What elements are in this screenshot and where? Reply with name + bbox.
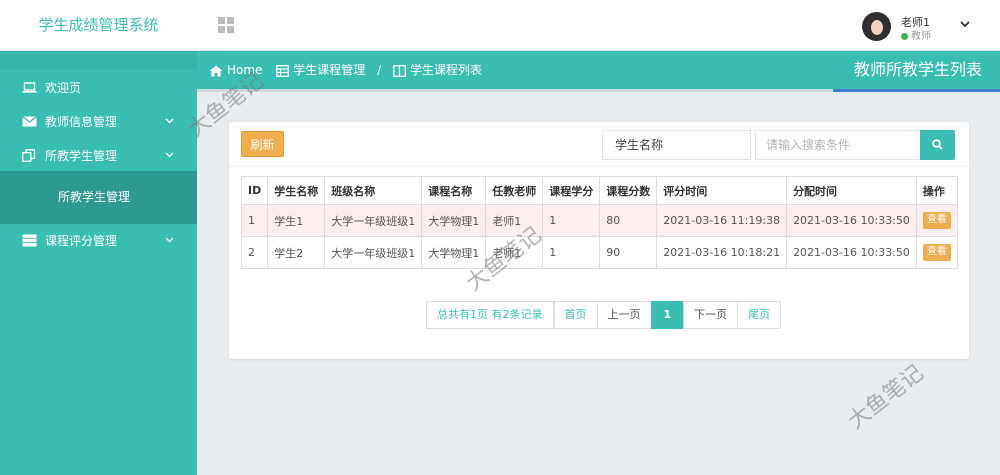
sidebar-item-students[interactable]: 所教学生管理 xyxy=(0,139,197,173)
column-header[interactable]: 评分时间 xyxy=(656,176,788,205)
cell-id: 1 xyxy=(240,204,269,237)
user-role-label: 教师 xyxy=(911,31,931,42)
cell-score: 90 xyxy=(599,236,658,269)
cell-teacher: 老师1 xyxy=(485,236,544,269)
cell-teacher: 老师1 xyxy=(485,204,544,237)
app-title[interactable]: 学生成绩管理系统 xyxy=(0,0,197,51)
search-button[interactable] xyxy=(920,130,955,160)
laptop-icon xyxy=(22,82,37,93)
column-header[interactable]: ID xyxy=(240,176,269,205)
sidebar-item-label: 所教学生管理 xyxy=(45,149,118,163)
refresh-button[interactable]: 刷新 xyxy=(241,131,284,157)
search-icon xyxy=(932,139,943,150)
divider xyxy=(197,89,833,92)
column-header[interactable]: 课程学分 xyxy=(542,176,601,205)
cell-credit: 1 xyxy=(542,236,601,269)
chevron-down-icon xyxy=(165,105,174,139)
breadcrumb-label: 学生课程列表 xyxy=(409,63,482,77)
sidebar-item-label: 欢迎页 xyxy=(45,81,82,95)
user-menu[interactable]: 老师1 教师 xyxy=(862,12,970,42)
column-header[interactable]: 课程名称 xyxy=(421,176,487,205)
pagination-info: 总共有1页 有2条记录 xyxy=(426,301,554,329)
cell-credit: 1 xyxy=(542,204,601,237)
cell-score: 80 xyxy=(599,204,658,237)
cell-class-name: 大学一年级班级1 xyxy=(324,204,423,237)
breadcrumb-home-label: Home xyxy=(227,63,263,77)
prev-page-button[interactable]: 上一页 xyxy=(596,301,652,329)
page-title: 教师所教学生列表 xyxy=(853,60,982,79)
column-header: 操作 xyxy=(915,176,958,205)
cell-course-name: 大学物理1 xyxy=(421,236,487,269)
sidebar-item-teacher-info[interactable]: 教师信息管理 xyxy=(0,105,197,139)
chevron-down-icon[interactable] xyxy=(960,18,970,31)
cell-assign-time: 2021-03-16 10:33:50 xyxy=(786,236,917,269)
cell-actions: 查看 xyxy=(915,236,958,269)
chevron-down-icon xyxy=(165,139,174,173)
sidebar: 欢迎页 教师信息管理 所教学生管理 所教学生管理 课程评分管理 xyxy=(0,51,197,475)
cell-student-name: 学生1 xyxy=(267,204,326,237)
copy-icon xyxy=(22,149,36,162)
pagination: 总共有1页 有2条记录 首页 上一页 1 下一页 尾页 xyxy=(426,301,782,329)
cell-id: 2 xyxy=(240,236,269,269)
table-icon xyxy=(276,64,290,77)
column-header[interactable]: 分配时间 xyxy=(786,176,917,205)
column-header[interactable]: 学生名称 xyxy=(267,176,326,205)
home-icon xyxy=(209,65,223,76)
first-page-button[interactable]: 首页 xyxy=(553,301,598,329)
data-table: ID 学生名称 班级名称 课程名称 任教老师 课程学分 课程分数 评分时间 分配… xyxy=(240,176,958,269)
breadcrumb-label: 学生课程管理 xyxy=(293,63,366,77)
table-row[interactable]: 1 学生1 大学一年级班级1 大学物理1 老师1 1 80 2021-03-16… xyxy=(240,204,958,237)
column-header[interactable]: 任教老师 xyxy=(485,176,544,205)
content-panel: 刷新 学生名称 ID 学生名称 班级名称 课程名称 任教老师 课程学分 课程分数… xyxy=(229,122,969,359)
envelope-icon xyxy=(22,116,37,127)
next-page-button[interactable]: 下一页 xyxy=(683,301,739,329)
user-role: 教师 xyxy=(901,27,931,42)
online-status-icon xyxy=(901,32,908,40)
sidebar-subitem-student-management[interactable]: 所教学生管理 xyxy=(0,171,197,224)
columns-icon xyxy=(393,64,406,77)
view-button[interactable]: 查看 xyxy=(922,212,951,229)
cell-grade-time: 2021-03-16 10:18:21 xyxy=(656,236,788,269)
table-header-row: ID 学生名称 班级名称 课程名称 任教老师 课程学分 课程分数 评分时间 分配… xyxy=(240,176,958,205)
divider xyxy=(229,166,969,167)
server-icon xyxy=(22,234,37,247)
table-row[interactable]: 2 学生2 大学一年级班级1 大学物理1 老师1 1 90 2021-03-16… xyxy=(240,236,958,269)
cell-course-name: 大学物理1 xyxy=(421,204,487,237)
search-field-select[interactable]: 学生名称 xyxy=(602,130,751,160)
avatar[interactable] xyxy=(862,12,891,41)
sidebar-item-label: 课程评分管理 xyxy=(45,234,118,248)
sidebar-item-course-grading[interactable]: 课程评分管理 xyxy=(0,224,197,258)
breadcrumb: Home 学生课程管理 / 学生课程列表 xyxy=(209,51,482,89)
sidebar-item-label: 教师信息管理 xyxy=(45,115,118,129)
cell-student-name: 学生2 xyxy=(267,236,326,269)
breadcrumb-item-course-management[interactable]: 学生课程管理 xyxy=(276,63,369,77)
cell-assign-time: 2021-03-16 10:33:50 xyxy=(786,204,917,237)
top-bar: 学生成绩管理系统 老师1 教师 xyxy=(0,0,1000,51)
column-header[interactable]: 课程分数 xyxy=(599,176,658,205)
grid-menu-icon[interactable] xyxy=(218,17,234,33)
last-page-button[interactable]: 尾页 xyxy=(737,301,782,329)
page-number-button[interactable]: 1 xyxy=(650,301,685,329)
title-underline xyxy=(833,89,1000,92)
chevron-down-icon xyxy=(165,224,174,258)
watermark: 大鱼笔记 xyxy=(843,360,929,435)
breadcrumb-home[interactable]: Home xyxy=(209,63,266,77)
breadcrumb-bar: Home 学生课程管理 / 学生课程列表 教师所教学生列表 xyxy=(197,51,1000,89)
cell-actions: 查看 xyxy=(915,204,958,237)
search-input[interactable] xyxy=(755,130,921,160)
cell-grade-time: 2021-03-16 11:19:38 xyxy=(656,204,788,237)
view-button[interactable]: 查看 xyxy=(922,244,951,261)
cell-class-name: 大学一年级班级1 xyxy=(324,236,423,269)
column-header[interactable]: 班级名称 xyxy=(324,176,423,205)
breadcrumb-item-course-list[interactable]: 学生课程列表 xyxy=(393,63,482,77)
sidebar-item-welcome[interactable]: 欢迎页 xyxy=(0,71,197,105)
breadcrumb-separator: / xyxy=(377,63,382,77)
